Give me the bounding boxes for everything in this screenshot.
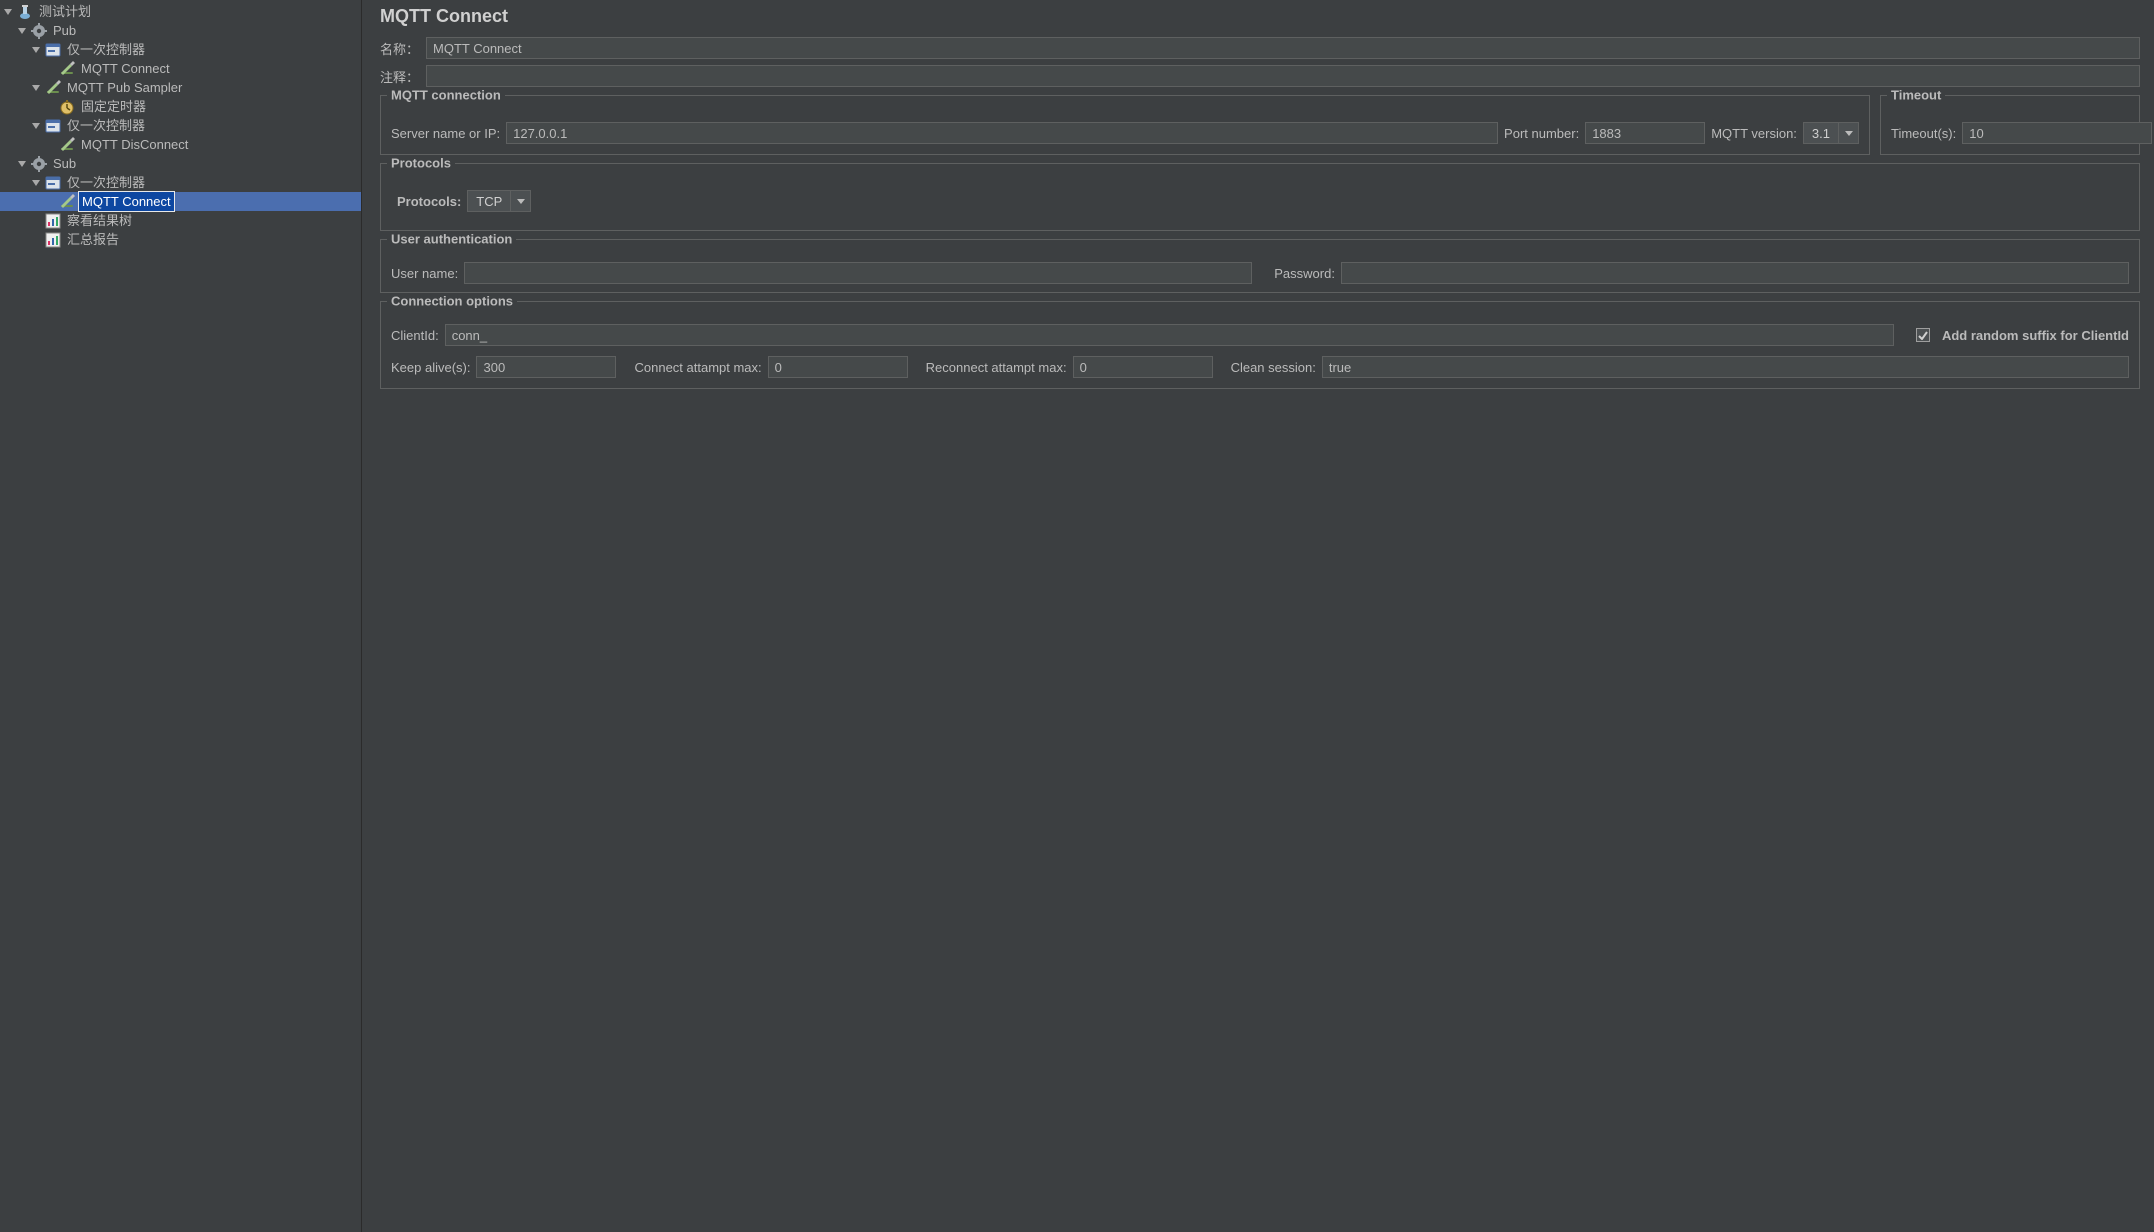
tree-node-test-plan[interactable]: 测试计划	[0, 2, 361, 21]
comment-label: 注释：	[380, 67, 420, 86]
conn-attempt-input[interactable]	[768, 356, 908, 378]
comment-input[interactable]	[426, 65, 2140, 87]
timeout-input[interactable]	[1962, 122, 2152, 144]
page-title: MQTT Connect	[380, 6, 2140, 27]
tree-node-mqtt-pub-sampler[interactable]: MQTT Pub Sampler	[0, 78, 361, 97]
tree-panel: 测试计划 Pub 仅一次控制器 MQTT Connect	[0, 0, 362, 1232]
timer-icon	[59, 99, 75, 115]
tree-label: Sub	[51, 154, 78, 173]
group-title: Protocols	[387, 156, 455, 171]
tree-node-summary-report[interactable]: 汇总报告	[0, 230, 361, 249]
report-icon	[45, 232, 61, 248]
tree-label: Pub	[51, 21, 78, 40]
expand-icon[interactable]	[30, 82, 41, 93]
expand-icon[interactable]	[30, 120, 41, 131]
sampler-icon	[59, 194, 75, 210]
tree-label: 汇总报告	[65, 230, 121, 249]
tree-label: 仅一次控制器	[65, 116, 147, 135]
reconn-attempt-input[interactable]	[1073, 356, 1213, 378]
timeout-label: Timeout(s):	[1891, 126, 1956, 141]
tree-node-sub[interactable]: Sub	[0, 154, 361, 173]
expand-icon[interactable]	[16, 158, 27, 169]
chevron-down-icon	[1838, 123, 1858, 143]
editor-panel: MQTT Connect 名称： 注释： MQTT connection Ser…	[362, 0, 2154, 1232]
group-user-auth: User authentication User name: Password:	[380, 239, 2140, 293]
expand-icon[interactable]	[16, 25, 27, 36]
keepalive-label: Keep alive(s):	[391, 360, 470, 375]
tree-label: 仅一次控制器	[65, 40, 147, 59]
random-suffix-checkbox[interactable]: Add random suffix for ClientId	[1916, 328, 2129, 343]
group-title: Connection options	[387, 294, 517, 309]
tree-node-once-controller[interactable]: 仅一次控制器	[0, 40, 361, 59]
group-title: Timeout	[1887, 88, 1945, 103]
expand-icon[interactable]	[2, 6, 13, 17]
expand-icon[interactable]	[30, 177, 41, 188]
group-timeout: Timeout Timeout(s):	[1880, 95, 2140, 155]
controller-icon	[45, 175, 61, 191]
tree-node-mqtt-connect-selected[interactable]: MQTT Connect	[0, 192, 361, 211]
tree-node-mqtt-disconnect[interactable]: MQTT DisConnect	[0, 135, 361, 154]
keepalive-input[interactable]	[476, 356, 616, 378]
gear-icon	[31, 23, 47, 39]
sampler-icon	[45, 80, 61, 96]
conn-attempt-label: Connect attampt max:	[634, 360, 761, 375]
password-input[interactable]	[1341, 262, 2129, 284]
tree-node-view-results-tree[interactable]: 察看结果树	[0, 211, 361, 230]
random-suffix-label: Add random suffix for ClientId	[1942, 328, 2129, 343]
tree-label: MQTT Connect	[79, 192, 174, 211]
group-protocols: Protocols Protocols: TCP	[380, 163, 2140, 231]
server-label: Server name or IP:	[391, 126, 500, 141]
tree-node-mqtt-connect[interactable]: MQTT Connect	[0, 59, 361, 78]
gear-icon	[31, 156, 47, 172]
name-input[interactable]	[426, 37, 2140, 59]
mqtt-version-label: MQTT version:	[1711, 126, 1797, 141]
group-title: MQTT connection	[387, 88, 505, 103]
expand-icon[interactable]	[30, 44, 41, 55]
test-plan-tree[interactable]: 测试计划 Pub 仅一次控制器 MQTT Connect	[0, 0, 361, 249]
port-label: Port number:	[1504, 126, 1579, 141]
protocols-value: TCP	[468, 194, 510, 209]
tree-label: MQTT DisConnect	[79, 135, 190, 154]
reconn-attempt-label: Reconnect attampt max:	[926, 360, 1067, 375]
group-title: User authentication	[387, 232, 516, 247]
username-label: User name:	[391, 266, 458, 281]
flask-icon	[17, 4, 33, 20]
group-connection-options: Connection options ClientId: Add random …	[380, 301, 2140, 389]
sampler-icon	[59, 61, 75, 77]
controller-icon	[45, 42, 61, 58]
tree-label: 测试计划	[37, 2, 93, 21]
clientid-label: ClientId:	[391, 328, 439, 343]
mqtt-version-value: 3.1	[1804, 126, 1838, 141]
clientid-input[interactable]	[445, 324, 1894, 346]
tree-node-fixed-timer[interactable]: 固定定时器	[0, 97, 361, 116]
protocols-select[interactable]: TCP	[467, 190, 531, 212]
tree-label: 固定定时器	[79, 97, 148, 116]
server-input[interactable]	[506, 122, 1498, 144]
tree-label: 察看结果树	[65, 211, 134, 230]
tree-label: MQTT Pub Sampler	[65, 78, 184, 97]
password-label: Password:	[1274, 266, 1335, 281]
protocols-label: Protocols:	[397, 194, 461, 209]
username-input[interactable]	[464, 262, 1252, 284]
group-mqtt-connection: MQTT connection Server name or IP: Port …	[380, 95, 1870, 155]
clean-session-input[interactable]	[1322, 356, 2129, 378]
mqtt-version-select[interactable]: 3.1	[1803, 122, 1859, 144]
name-label: 名称：	[380, 39, 420, 58]
clean-session-label: Clean session:	[1231, 360, 1316, 375]
tree-node-once-controller-3[interactable]: 仅一次控制器	[0, 173, 361, 192]
tree-node-once-controller-2[interactable]: 仅一次控制器	[0, 116, 361, 135]
port-input[interactable]	[1585, 122, 1705, 144]
report-icon	[45, 213, 61, 229]
checkbox-icon	[1916, 328, 1930, 342]
tree-label: MQTT Connect	[79, 59, 172, 78]
tree-label: 仅一次控制器	[65, 173, 147, 192]
sampler-icon	[59, 137, 75, 153]
chevron-down-icon	[510, 191, 530, 211]
tree-node-pub[interactable]: Pub	[0, 21, 361, 40]
controller-icon	[45, 118, 61, 134]
